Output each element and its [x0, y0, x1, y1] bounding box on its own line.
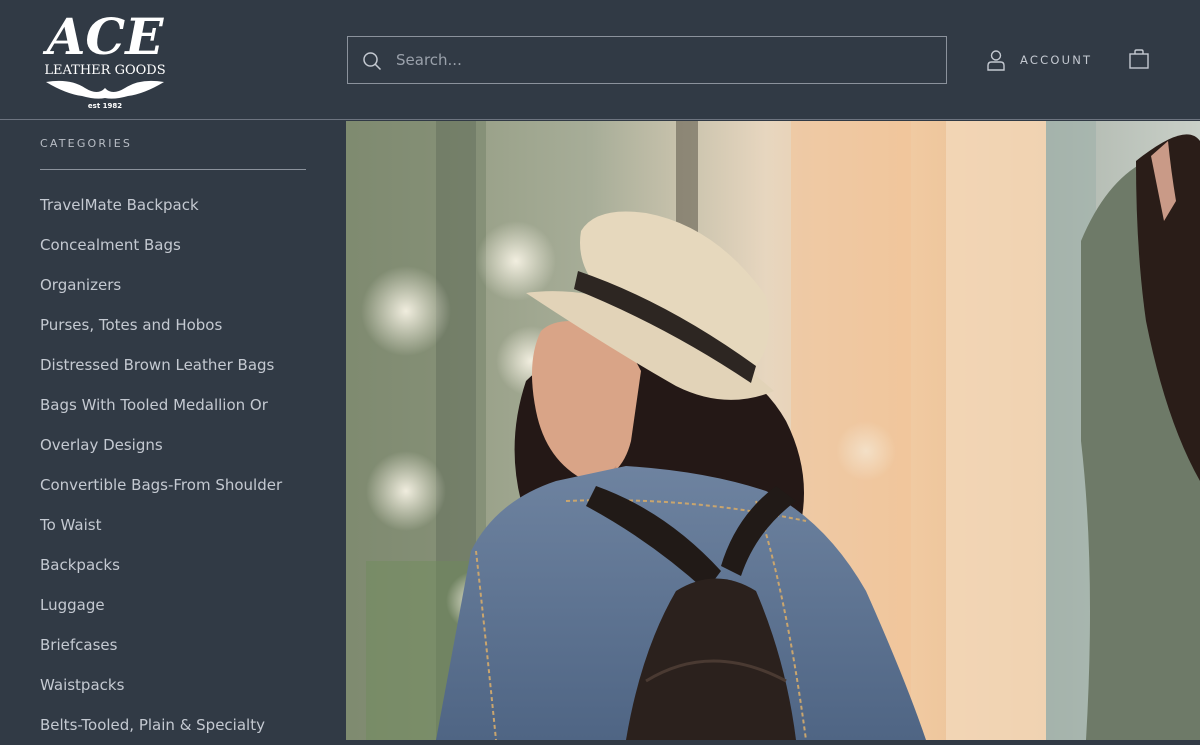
category-travelmate-backpack[interactable]: TravelMate Backpack: [40, 185, 282, 225]
categories-heading: CATEGORIES: [40, 137, 133, 150]
logo-ornament: [46, 80, 164, 99]
category-organizers[interactable]: Organizers: [40, 265, 282, 305]
category-waistpacks[interactable]: Waistpacks: [40, 665, 282, 705]
ace-leather-goods-logo[interactable]: ACE LEATHER GOODS est 1982: [40, 4, 170, 112]
category-convertible-bags-line1[interactable]: Convertible Bags-From Shoulder: [40, 465, 282, 505]
search-input[interactable]: [396, 37, 936, 83]
category-concealment-bags[interactable]: Concealment Bags: [40, 225, 282, 265]
hero-banner[interactable]: [346, 121, 1200, 740]
site-header: ACE LEATHER GOODS est 1982 ACCOUNT: [0, 0, 1200, 120]
category-briefcases[interactable]: Briefcases: [40, 625, 282, 665]
account-link[interactable]: ACCOUNT: [986, 48, 1092, 72]
search-icon[interactable]: [362, 51, 382, 71]
category-tooled-medallion-line2[interactable]: Overlay Designs: [40, 425, 282, 465]
categories-sidebar: CATEGORIES TravelMate Backpack Concealme…: [0, 121, 346, 740]
shopping-bag-icon[interactable]: [1128, 48, 1150, 70]
user-icon: [987, 50, 1005, 71]
search-bar: [347, 36, 947, 84]
category-belts[interactable]: Belts-Tooled, Plain & Specialty: [40, 705, 282, 745]
category-luggage[interactable]: Luggage: [40, 585, 282, 625]
categories-divider: [40, 169, 306, 170]
category-tooled-medallion-line1[interactable]: Bags With Tooled Medallion Or: [40, 385, 282, 425]
logo-est-text: est 1982: [88, 102, 122, 110]
category-list: TravelMate Backpack Concealment Bags Org…: [40, 185, 282, 745]
category-purses-totes-hobos[interactable]: Purses, Totes and Hobos: [40, 305, 282, 345]
logo-image: ACE LEATHER GOODS est 1982: [43, 7, 166, 110]
account-label: ACCOUNT: [1020, 53, 1093, 67]
logo-ace-text: ACE: [43, 7, 165, 66]
category-convertible-bags-line2[interactable]: To Waist: [40, 505, 282, 545]
category-distressed-brown-leather-bags[interactable]: Distressed Brown Leather Bags: [40, 345, 282, 385]
category-backpacks[interactable]: Backpacks: [40, 545, 282, 585]
hero-photo: [346, 121, 1200, 740]
logo-leather-goods-text: LEATHER GOODS: [44, 63, 165, 78]
